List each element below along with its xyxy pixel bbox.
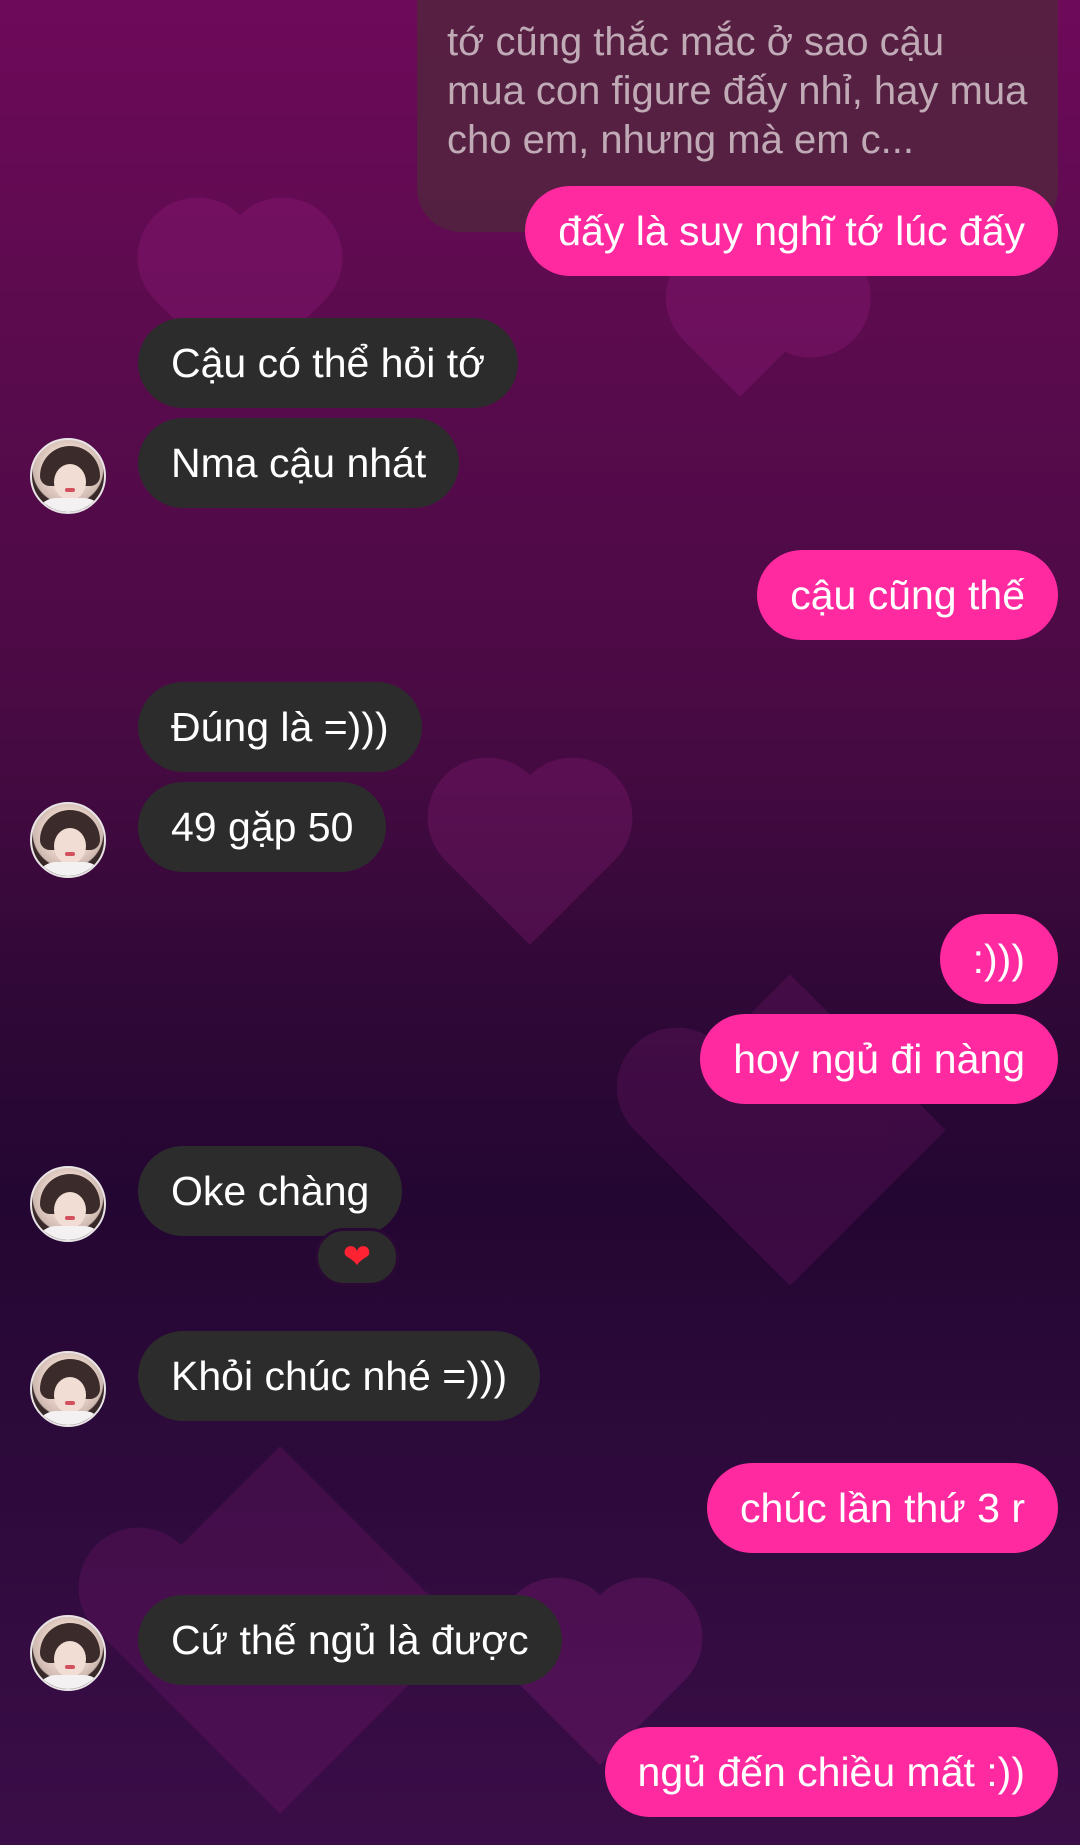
avatar-face <box>54 828 86 864</box>
avatar-face <box>54 1192 86 1228</box>
sent-message[interactable]: cậu cũng thế <box>757 550 1058 640</box>
sent-message[interactable]: đấy là suy nghĩ tớ lúc đấy <box>525 186 1058 276</box>
contact-avatar[interactable] <box>30 802 106 878</box>
contact-avatar[interactable] <box>30 438 106 514</box>
background-heart-decoration <box>683 283 797 397</box>
contact-avatar[interactable] <box>30 1351 106 1427</box>
avatar-shirt <box>36 862 104 876</box>
received-message[interactable]: Cứ thế ngủ là được <box>138 1595 562 1685</box>
avatar-shirt <box>36 1226 104 1240</box>
avatar-face <box>54 1377 86 1413</box>
sent-message[interactable]: hoy ngủ đi nàng <box>700 1014 1058 1104</box>
background-heart-decoration <box>445 775 615 945</box>
avatar-lips <box>65 1216 75 1220</box>
heart-reaction-badge[interactable]: ❤ <box>315 1228 399 1286</box>
received-message[interactable]: Đúng là =))) <box>138 682 422 772</box>
avatar-lips <box>65 1401 75 1405</box>
avatar-face <box>54 464 86 500</box>
avatar-lips <box>65 488 75 492</box>
received-message[interactable]: Khỏi chúc nhé =))) <box>138 1331 541 1421</box>
sent-message[interactable]: ngủ đến chiều mất :)) <box>604 1727 1058 1817</box>
received-message[interactable]: Nma cậu nhát <box>138 418 460 508</box>
avatar-lips <box>65 1665 75 1669</box>
avatar-face <box>54 1641 86 1677</box>
sent-message[interactable]: :))) <box>939 914 1058 1004</box>
avatar-shirt <box>36 1411 104 1425</box>
avatar-shirt <box>36 498 104 512</box>
avatar-shirt <box>36 1675 104 1689</box>
sent-message[interactable]: chúc lần thứ 3 r <box>707 1463 1058 1553</box>
heart-icon: ❤ <box>342 1238 372 1276</box>
contact-avatar[interactable] <box>30 1166 106 1242</box>
contact-avatar[interactable] <box>30 1615 106 1691</box>
received-message[interactable]: Oke chàng <box>138 1146 403 1236</box>
received-message[interactable]: 49 gặp 50 <box>138 782 387 872</box>
received-message[interactable]: Cậu có thể hỏi tớ <box>138 318 519 408</box>
avatar-lips <box>65 852 75 856</box>
